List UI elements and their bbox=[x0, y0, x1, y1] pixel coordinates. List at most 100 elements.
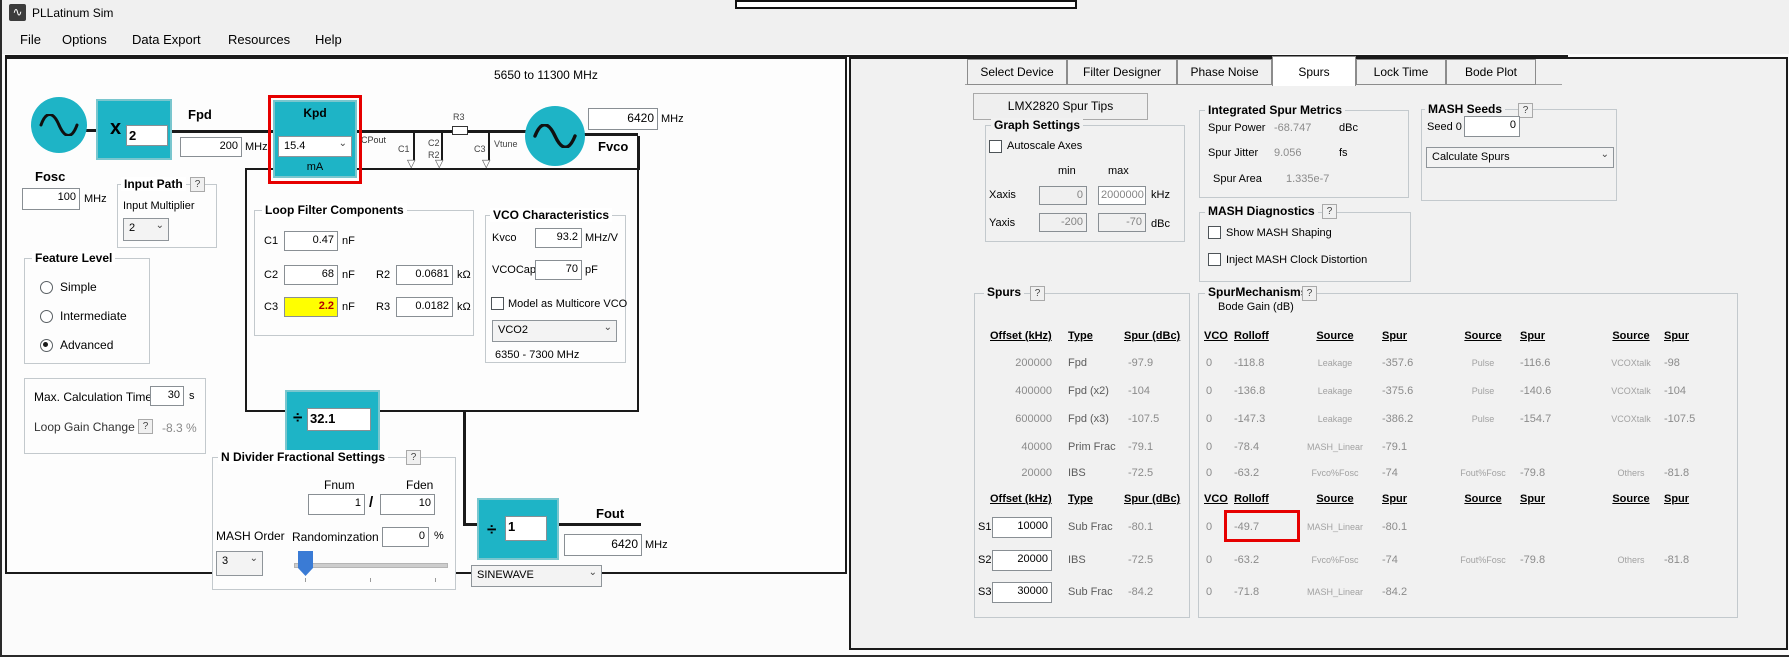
rolloff-cell: -147.3 bbox=[1234, 413, 1265, 425]
type-cell: Fpd bbox=[1068, 357, 1087, 369]
spur-header: Spur (dBc) bbox=[1124, 493, 1180, 505]
source-cell: MASH_Linear bbox=[1294, 587, 1376, 597]
c2-input[interactable]: 68 bbox=[284, 265, 338, 285]
offset-header: Offset (kHz) bbox=[990, 493, 1052, 505]
autoscale-label: Autoscale Axes bbox=[1007, 140, 1082, 152]
rolloff-cell: -118.8 bbox=[1234, 357, 1264, 369]
diagnostics-group bbox=[1199, 212, 1411, 282]
tab-lock-time[interactable]: Lock Time bbox=[1356, 59, 1446, 85]
tab-select-device[interactable]: Select Device bbox=[967, 59, 1067, 85]
source-cell: Others bbox=[1590, 468, 1672, 478]
menu-help[interactable]: Help bbox=[307, 26, 350, 54]
mash-seeds-help-button[interactable]: ? bbox=[1518, 103, 1533, 118]
source-cell: Pulse bbox=[1442, 386, 1524, 396]
input-multiplier-select[interactable]: 2⌄ bbox=[123, 218, 169, 241]
input-path-help-button[interactable]: ? bbox=[190, 177, 205, 192]
c2-label: C2 bbox=[428, 138, 440, 148]
min-column-label: min bbox=[1058, 165, 1076, 177]
s1-offset-input[interactable]: 10000 bbox=[992, 517, 1052, 538]
source-cell: VCOXtalk bbox=[1590, 358, 1672, 368]
input-multiplier-value[interactable]: 2 bbox=[126, 125, 168, 146]
menu-file[interactable]: File bbox=[12, 26, 49, 54]
tab-filter-designer[interactable]: Filter Designer bbox=[1067, 59, 1177, 85]
c1-input[interactable]: 0.47 bbox=[284, 231, 338, 251]
s3-offset-input[interactable]: 30000 bbox=[992, 582, 1052, 603]
fpd-input[interactable]: 200 bbox=[180, 137, 242, 157]
xaxis-min-input[interactable]: 0 bbox=[1039, 186, 1087, 205]
vco-cell: 0 bbox=[1206, 521, 1212, 533]
rolloff-annotation-box bbox=[1224, 510, 1300, 542]
fvco-input[interactable]: 6420 bbox=[588, 108, 658, 130]
mech-help-button[interactable]: ? bbox=[1302, 286, 1317, 301]
xaxis-max-input[interactable]: 2000000 bbox=[1098, 186, 1146, 205]
autoscale-checkbox[interactable] bbox=[989, 140, 1002, 153]
randomization-unit: % bbox=[434, 530, 444, 542]
s2-offset-input[interactable]: 20000 bbox=[992, 550, 1052, 571]
mash-order-select[interactable]: 3⌄ bbox=[216, 551, 263, 576]
vcocap-input[interactable]: 70 bbox=[535, 260, 582, 280]
chevron-down-icon: ⌄ bbox=[604, 322, 612, 333]
menu-resources[interactable]: Resources bbox=[220, 26, 298, 54]
mash-order-label: MASH Order bbox=[216, 529, 285, 543]
spurs-help-button[interactable]: ? bbox=[1030, 286, 1045, 301]
vco-select[interactable]: VCO2⌄ bbox=[492, 320, 617, 342]
multiply-sign: x bbox=[110, 117, 121, 140]
spur-tips-button[interactable]: LMX2820 Spur Tips bbox=[973, 93, 1148, 120]
output-divider-input[interactable]: 1 bbox=[505, 516, 547, 541]
seed0-input[interactable]: 0 bbox=[1464, 116, 1520, 137]
fden-input[interactable]: 10 bbox=[380, 494, 435, 515]
calc-time-input[interactable]: 30 bbox=[150, 386, 184, 406]
fnum-input[interactable]: 1 bbox=[308, 494, 365, 515]
mash-shaping-checkbox[interactable] bbox=[1208, 226, 1221, 239]
kvco-input[interactable]: 93.2 bbox=[535, 228, 582, 248]
radio-advanced[interactable] bbox=[40, 339, 53, 352]
n-frac-help-button[interactable]: ? bbox=[406, 450, 421, 465]
c1-field-label: C1 bbox=[264, 235, 278, 247]
graph-settings-title: Graph Settings bbox=[991, 118, 1083, 132]
metric-label: Spur Power bbox=[1208, 122, 1265, 134]
wire bbox=[172, 130, 274, 133]
loop-filter-title: Loop Filter Components bbox=[262, 203, 407, 217]
spur-cell: -80.1 bbox=[1382, 521, 1407, 533]
metric-value: 1.335e-7 bbox=[1286, 173, 1329, 185]
tab-spurs[interactable]: Spurs bbox=[1272, 56, 1356, 86]
randomization-slider-track[interactable] bbox=[294, 563, 448, 568]
tab-phase-noise[interactable]: Phase Noise bbox=[1177, 59, 1272, 85]
spur-cell: -97.9 bbox=[1128, 357, 1153, 369]
loop-gain-help-button[interactable]: ? bbox=[138, 419, 153, 434]
calculate-spurs-select[interactable]: Calculate Spurs⌄ bbox=[1426, 147, 1614, 168]
oscillator-icon bbox=[31, 97, 87, 153]
mash-clock-checkbox[interactable] bbox=[1208, 253, 1221, 266]
diagnostics-help-button[interactable]: ? bbox=[1322, 204, 1337, 219]
fosc-input[interactable]: 100 bbox=[22, 188, 80, 210]
xaxis-label: Xaxis bbox=[989, 189, 1016, 201]
spurs-header-row: Offset (kHz) Type Spur (dBc) bbox=[974, 493, 1188, 513]
vco-cell: 0 bbox=[1206, 467, 1212, 479]
rolloff-header: Rolloff bbox=[1234, 493, 1269, 505]
fvco-label: Fvco bbox=[598, 139, 628, 154]
slider-tick bbox=[305, 578, 306, 582]
n-divider-input[interactable]: 32.1 bbox=[307, 408, 371, 431]
kpd-annotation-box bbox=[268, 95, 362, 184]
spur-s-row: S3 30000 Sub Frac -84.2 bbox=[974, 586, 1188, 606]
menu-options[interactable]: Options bbox=[54, 26, 115, 54]
yaxis-min-input[interactable]: -200 bbox=[1039, 213, 1087, 232]
mash-seeds-title: MASH Seeds bbox=[1425, 102, 1505, 116]
menu-data-export[interactable]: Data Export bbox=[124, 26, 209, 54]
waveform-select[interactable]: SINEWAVE⌄ bbox=[471, 565, 602, 587]
yaxis-max-input[interactable]: -70 bbox=[1098, 213, 1146, 232]
fout-input[interactable]: 6420 bbox=[564, 534, 642, 556]
radio-simple[interactable] bbox=[40, 281, 53, 294]
spur-row: 40000 Prim Frac -79.1 bbox=[974, 441, 1188, 461]
tab-bode-plot[interactable]: Bode Plot bbox=[1446, 59, 1536, 85]
c3-input[interactable]: 2.2 bbox=[284, 297, 338, 317]
c2-unit: nF bbox=[342, 269, 355, 281]
type-cell: IBS bbox=[1068, 554, 1086, 566]
randomization-input[interactable]: 0 bbox=[382, 527, 429, 547]
multicore-checkbox[interactable] bbox=[491, 297, 504, 310]
spur-s-row: S2 20000 IBS -72.5 bbox=[974, 554, 1188, 574]
r2-input[interactable]: 0.0681 bbox=[396, 265, 453, 285]
c3-unit: nF bbox=[342, 301, 355, 313]
radio-intermediate[interactable] bbox=[40, 310, 53, 323]
r3-input[interactable]: 0.0182 bbox=[396, 297, 453, 317]
